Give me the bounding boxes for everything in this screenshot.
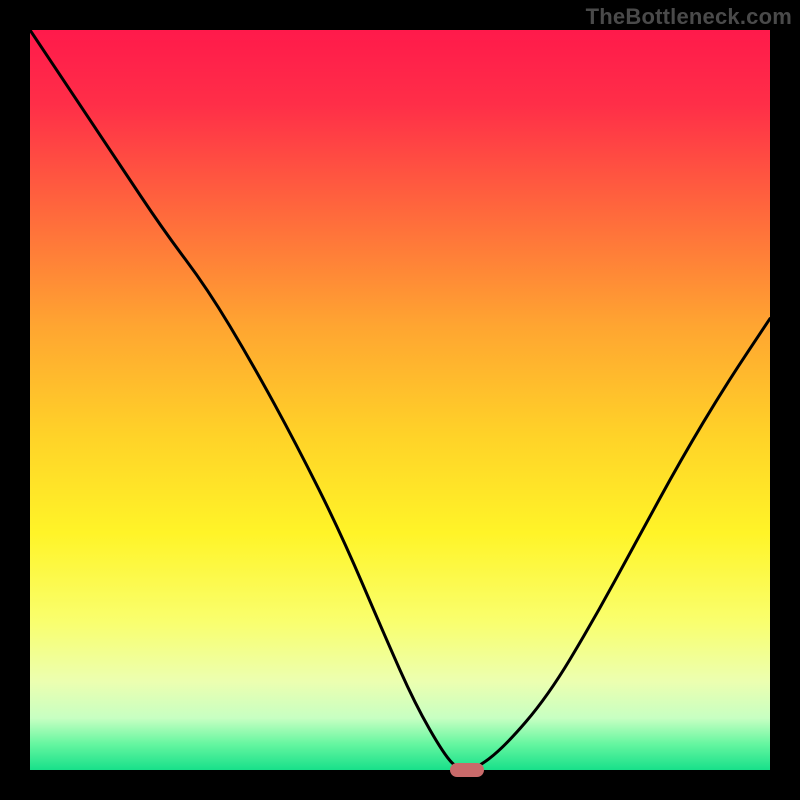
bottleneck-chart xyxy=(30,30,770,770)
watermark-text: TheBottleneck.com xyxy=(586,4,792,30)
gradient-background xyxy=(30,30,770,770)
optimal-point-marker xyxy=(450,763,484,777)
app-frame: TheBottleneck.com xyxy=(0,0,800,800)
chart-svg xyxy=(30,30,770,770)
